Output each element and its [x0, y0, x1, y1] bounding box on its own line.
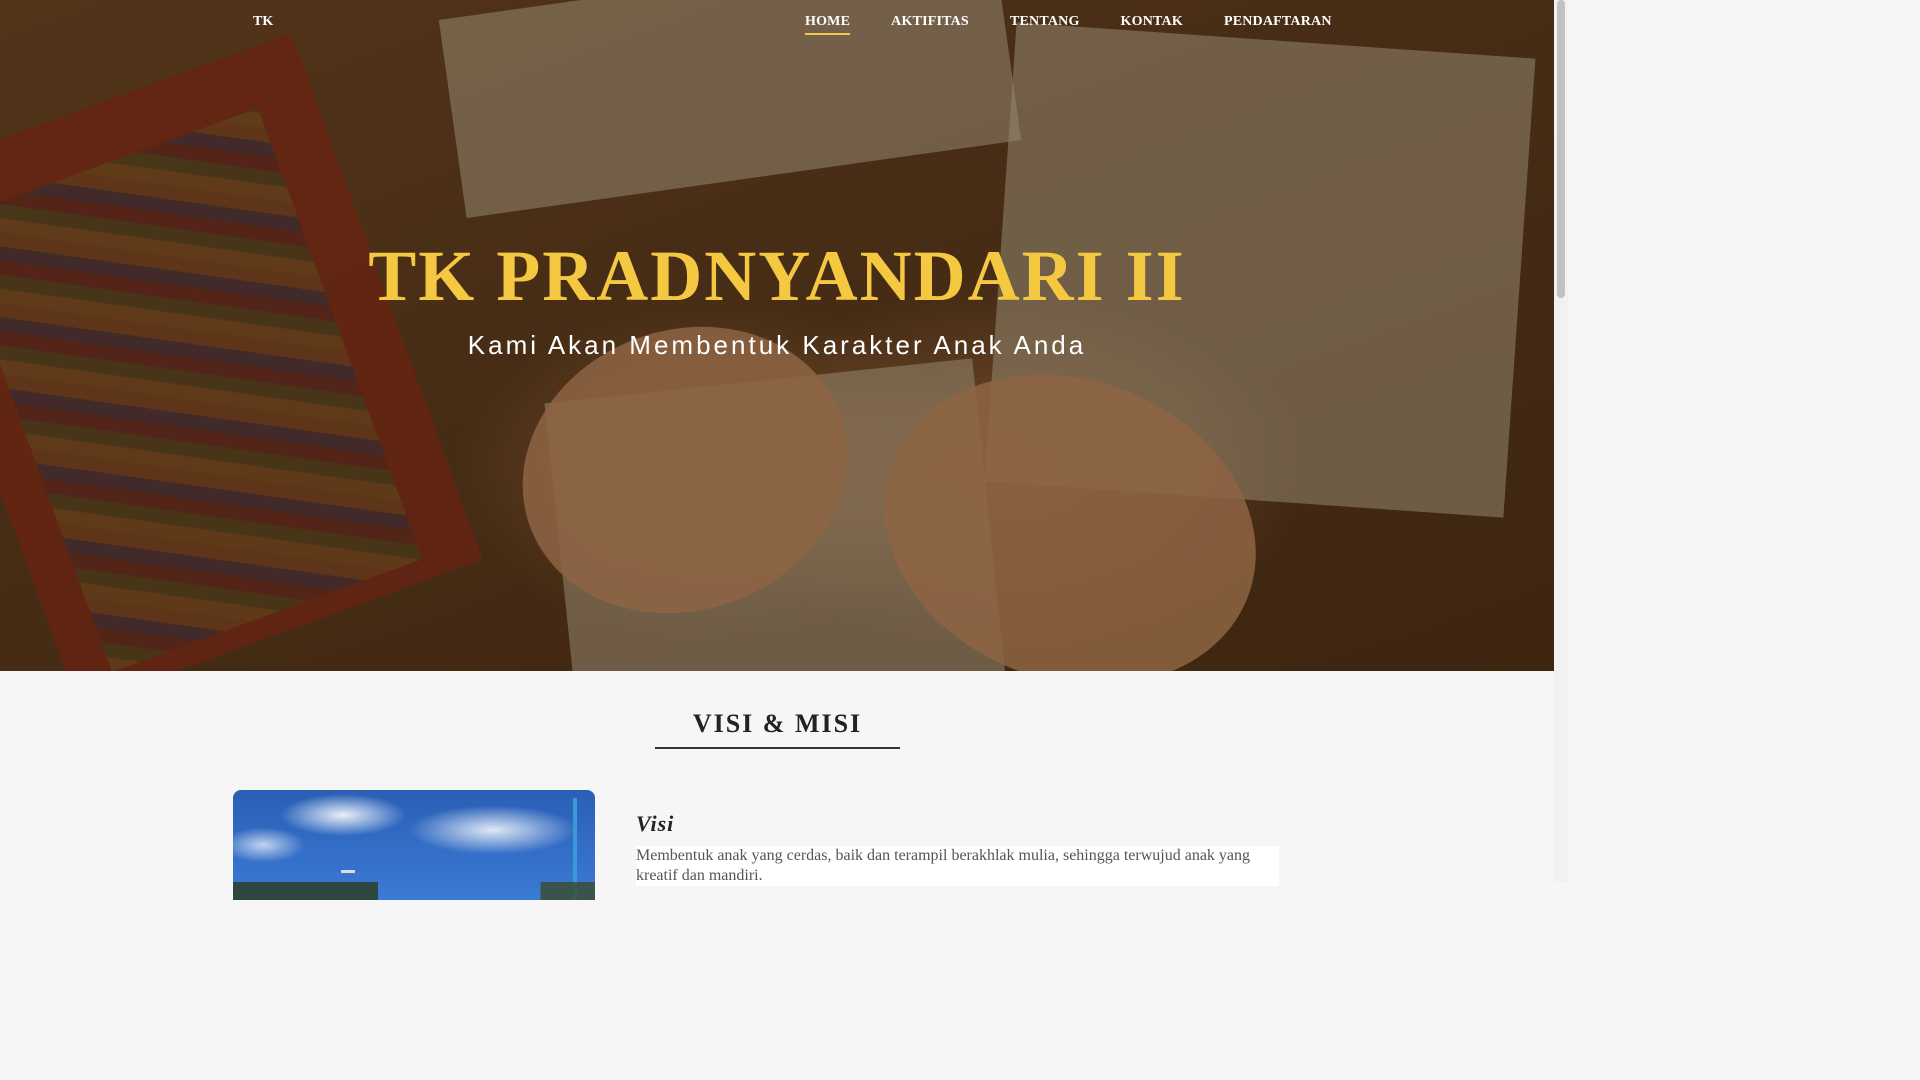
nav-item-aktifitas[interactable]: AKTIFITAS: [891, 14, 969, 35]
hero-title: TK PRADNYANDARI II: [368, 236, 1186, 316]
nav-item-pendaftaran[interactable]: PENDAFTARAN: [1224, 14, 1332, 35]
main-nav: HOME AKTIFITAS TENTANG KONTAK PENDAFTARA…: [805, 14, 1373, 35]
page-scrollbar[interactable]: [1554, 0, 1568, 882]
nav-item-kontak[interactable]: KONTAK: [1121, 14, 1183, 35]
photo-street-lamp: [341, 870, 355, 873]
section-title-visi-misi: VISI & MISI: [655, 709, 900, 749]
nav-logo-link[interactable]: TK: [253, 14, 273, 30]
visi-text: Membentuk anak yang cerdas, baik dan ter…: [636, 846, 1279, 886]
nav-item-tentang[interactable]: TENTANG: [1010, 14, 1080, 35]
hero-banner: TK HOME AKTIFITAS TENTANG KONTAK PENDAFT…: [0, 0, 1554, 671]
scrollbar-thumb[interactable]: [1557, 0, 1565, 298]
nav-item-home[interactable]: HOME: [805, 14, 851, 35]
hero-subtitle: Kami Akan Membentuk Karakter Anak Anda: [467, 330, 1087, 360]
school-photo: [233, 790, 595, 900]
visi-heading: Visi: [636, 811, 675, 836]
photo-trees: [233, 882, 595, 900]
